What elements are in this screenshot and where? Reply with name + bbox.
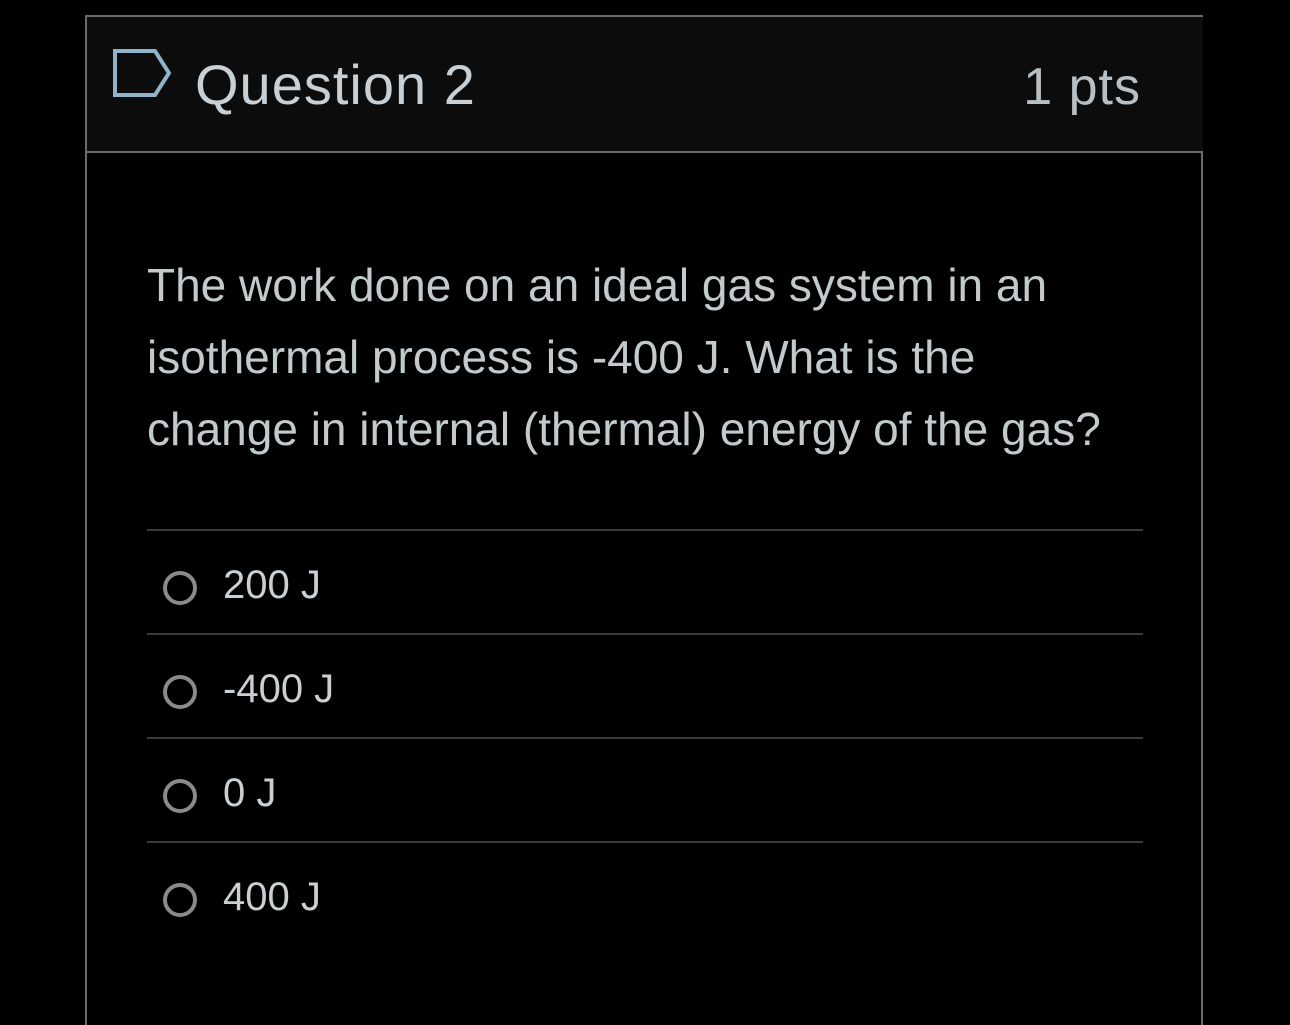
question-points: 1 pts — [1023, 58, 1141, 116]
answer-option[interactable]: 200 J — [147, 531, 1143, 635]
question-text: The work done on an ideal gas system in … — [147, 259, 1101, 455]
radio-button[interactable] — [163, 779, 197, 813]
answer-label[interactable]: -400 J — [223, 665, 334, 713]
answer-option[interactable]: 400 J — [147, 843, 1143, 947]
radio-button[interactable] — [163, 883, 197, 917]
answer-label[interactable]: 0 J — [223, 769, 276, 817]
question-card: Question 2 1 pts The work done on an ide… — [85, 15, 1203, 1025]
answer-list: 200 J -400 J 0 J 400 J — [147, 529, 1143, 947]
question-title: Question 2 — [195, 53, 476, 116]
flag-outline-icon[interactable] — [111, 47, 173, 99]
question-header: Question 2 1 pts — [87, 17, 1203, 153]
answer-option[interactable]: -400 J — [147, 635, 1143, 739]
answer-label[interactable]: 400 J — [223, 873, 321, 921]
answer-option[interactable]: 0 J — [147, 739, 1143, 843]
answer-label[interactable]: 200 J — [223, 561, 321, 609]
radio-button[interactable] — [163, 571, 197, 605]
radio-button[interactable] — [163, 675, 197, 709]
question-body: The work done on an ideal gas system in … — [147, 153, 1145, 919]
